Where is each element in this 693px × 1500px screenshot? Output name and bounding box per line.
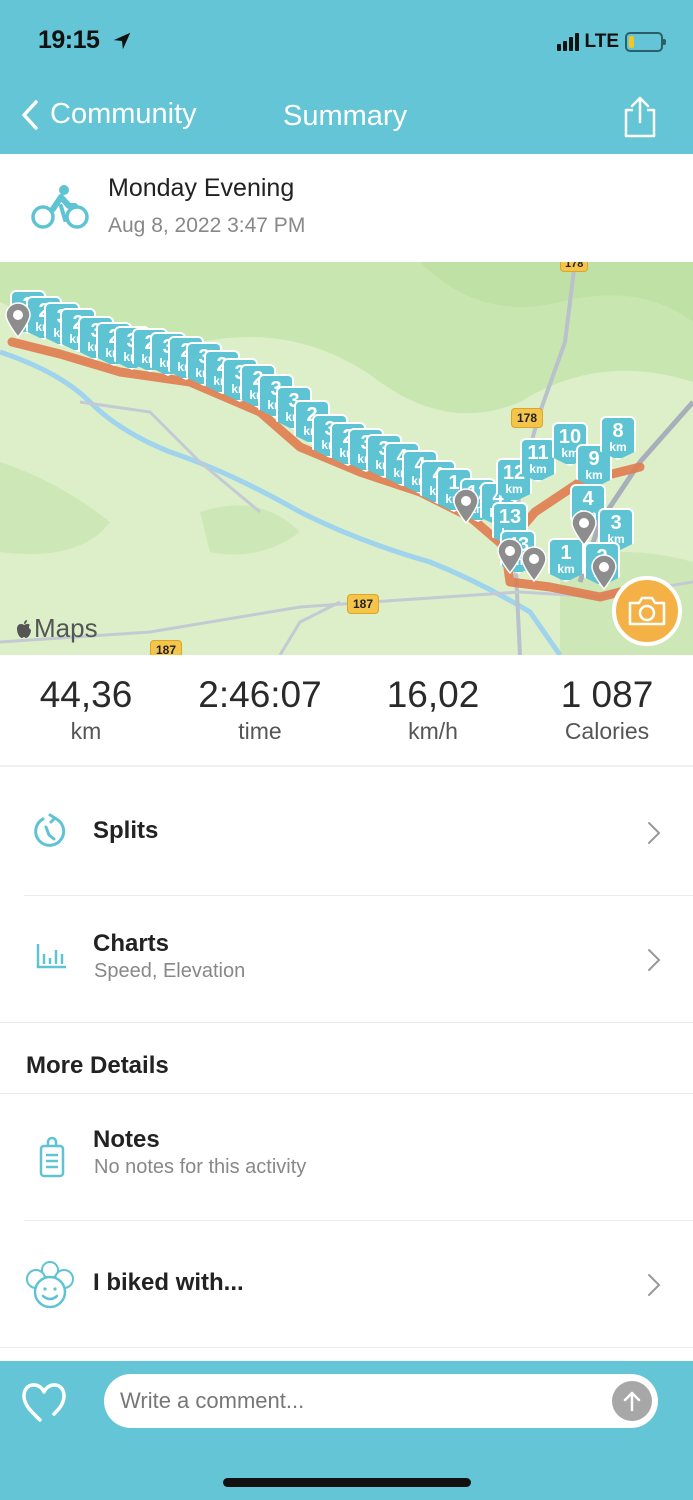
road-label: 187 <box>150 640 183 655</box>
stopwatch-icon <box>34 813 66 847</box>
maps-attribution: Maps <box>16 613 98 644</box>
signal-icon <box>556 33 579 51</box>
back-label: Community <box>50 98 197 130</box>
stat-label: Calories <box>564 718 650 744</box>
charts-title: Charts <box>93 930 170 957</box>
comment-field[interactable] <box>104 1374 658 1428</box>
km-marker-unit: km <box>585 468 603 482</box>
road-label: 178 <box>560 262 589 272</box>
notes-subtitle: No notes for this activity <box>94 1156 307 1178</box>
page-title: Summary <box>283 100 408 132</box>
km-marker-number: 4 <box>582 488 594 510</box>
stat-value: 2:46:07 <box>198 674 322 715</box>
stat-value: 44,36 <box>39 674 133 715</box>
more-details-heading: More Details <box>26 1052 169 1079</box>
friends-icon <box>26 1261 74 1309</box>
stat-label: km/h <box>408 718 458 744</box>
activity-date: Aug 8, 2022 3:47 PM <box>108 214 306 237</box>
clipboard-icon <box>39 1136 65 1178</box>
maps-label: Maps <box>34 613 98 643</box>
bike-icon <box>31 185 89 229</box>
km-marker: 8 km <box>600 416 636 460</box>
km-marker-number: 3 <box>610 512 622 534</box>
stats-bar: 44,36 km 2:46:07 time 16,02 km/h 1 087 C… <box>0 655 693 767</box>
map-pin-icon[interactable] <box>520 546 548 583</box>
chevron-right-icon <box>648 822 661 844</box>
splits-title: Splits <box>93 817 159 844</box>
route-map[interactable]: 2km2km3km2km3km2km3km2km3km2km3km2km3km2… <box>0 262 693 655</box>
arrow-up-icon <box>623 1391 641 1412</box>
stat-speed: 16,02 km/h <box>380 673 486 745</box>
location-arrow-icon <box>113 32 131 50</box>
road-label: 187 <box>347 594 380 614</box>
share-icon[interactable] <box>620 96 660 138</box>
map-pin-icon[interactable] <box>570 510 598 547</box>
chevron-left-icon <box>22 99 38 130</box>
status-time: 19:15 <box>38 26 100 54</box>
back-button[interactable]: Community <box>20 98 197 131</box>
stat-distance: 44,36 km <box>36 673 136 745</box>
stat-value: 1 087 <box>560 674 654 715</box>
bar-chart-icon <box>36 944 66 969</box>
km-marker-number: 8 <box>612 420 624 442</box>
biked-with-title: I biked with... <box>93 1269 244 1296</box>
map-pin-icon[interactable] <box>4 302 32 339</box>
chevron-right-icon <box>648 1274 661 1296</box>
km-marker-unit: km <box>557 562 575 576</box>
km-marker-unit: km <box>609 440 627 454</box>
km-marker-number: 13 <box>498 506 522 528</box>
km-marker-number: 11 <box>527 442 549 464</box>
road-label: 178 <box>511 408 544 428</box>
biked-with-row[interactable]: I biked with... <box>0 1221 693 1347</box>
forest-area <box>200 505 300 555</box>
km-marker-unit: km <box>529 462 547 476</box>
divider <box>0 1022 693 1023</box>
map-pin-icon[interactable] <box>590 554 618 591</box>
notes-title: Notes <box>93 1126 160 1153</box>
comment-input[interactable] <box>120 1374 600 1428</box>
splits-row[interactable]: Splits <box>0 769 693 895</box>
like-heart-icon[interactable] <box>20 1380 68 1424</box>
charts-row[interactable]: Charts Speed, Elevation <box>0 896 693 1022</box>
map-pin-icon[interactable] <box>452 488 480 525</box>
km-marker: 11 km <box>520 438 556 482</box>
stat-time: 2:46:07 time <box>190 673 330 745</box>
network-type: LTE <box>584 31 619 52</box>
status-indicators: LTE <box>556 30 666 54</box>
send-comment-button[interactable] <box>612 1381 652 1421</box>
stat-value: 16,02 <box>386 674 480 715</box>
apple-logo-icon <box>17 619 31 638</box>
camera-icon <box>628 596 666 626</box>
activity-title: Monday Evening <box>108 174 295 202</box>
stat-calories: 1 087 Calories <box>552 673 662 745</box>
stat-label: km <box>70 718 102 744</box>
battery-level <box>629 36 634 48</box>
divider <box>0 1347 693 1348</box>
charts-subtitle: Speed, Elevation <box>94 960 246 982</box>
activity-header <box>0 154 693 262</box>
notes-row[interactable]: Notes No notes for this activity <box>0 1094 693 1220</box>
battery-icon <box>625 32 666 52</box>
stat-label: time <box>238 718 282 744</box>
home-indicator <box>223 1478 471 1487</box>
km-marker-unit: km <box>505 482 523 496</box>
add-photo-button[interactable] <box>612 576 682 646</box>
chevron-right-icon <box>648 949 661 971</box>
forest-area <box>0 462 110 554</box>
